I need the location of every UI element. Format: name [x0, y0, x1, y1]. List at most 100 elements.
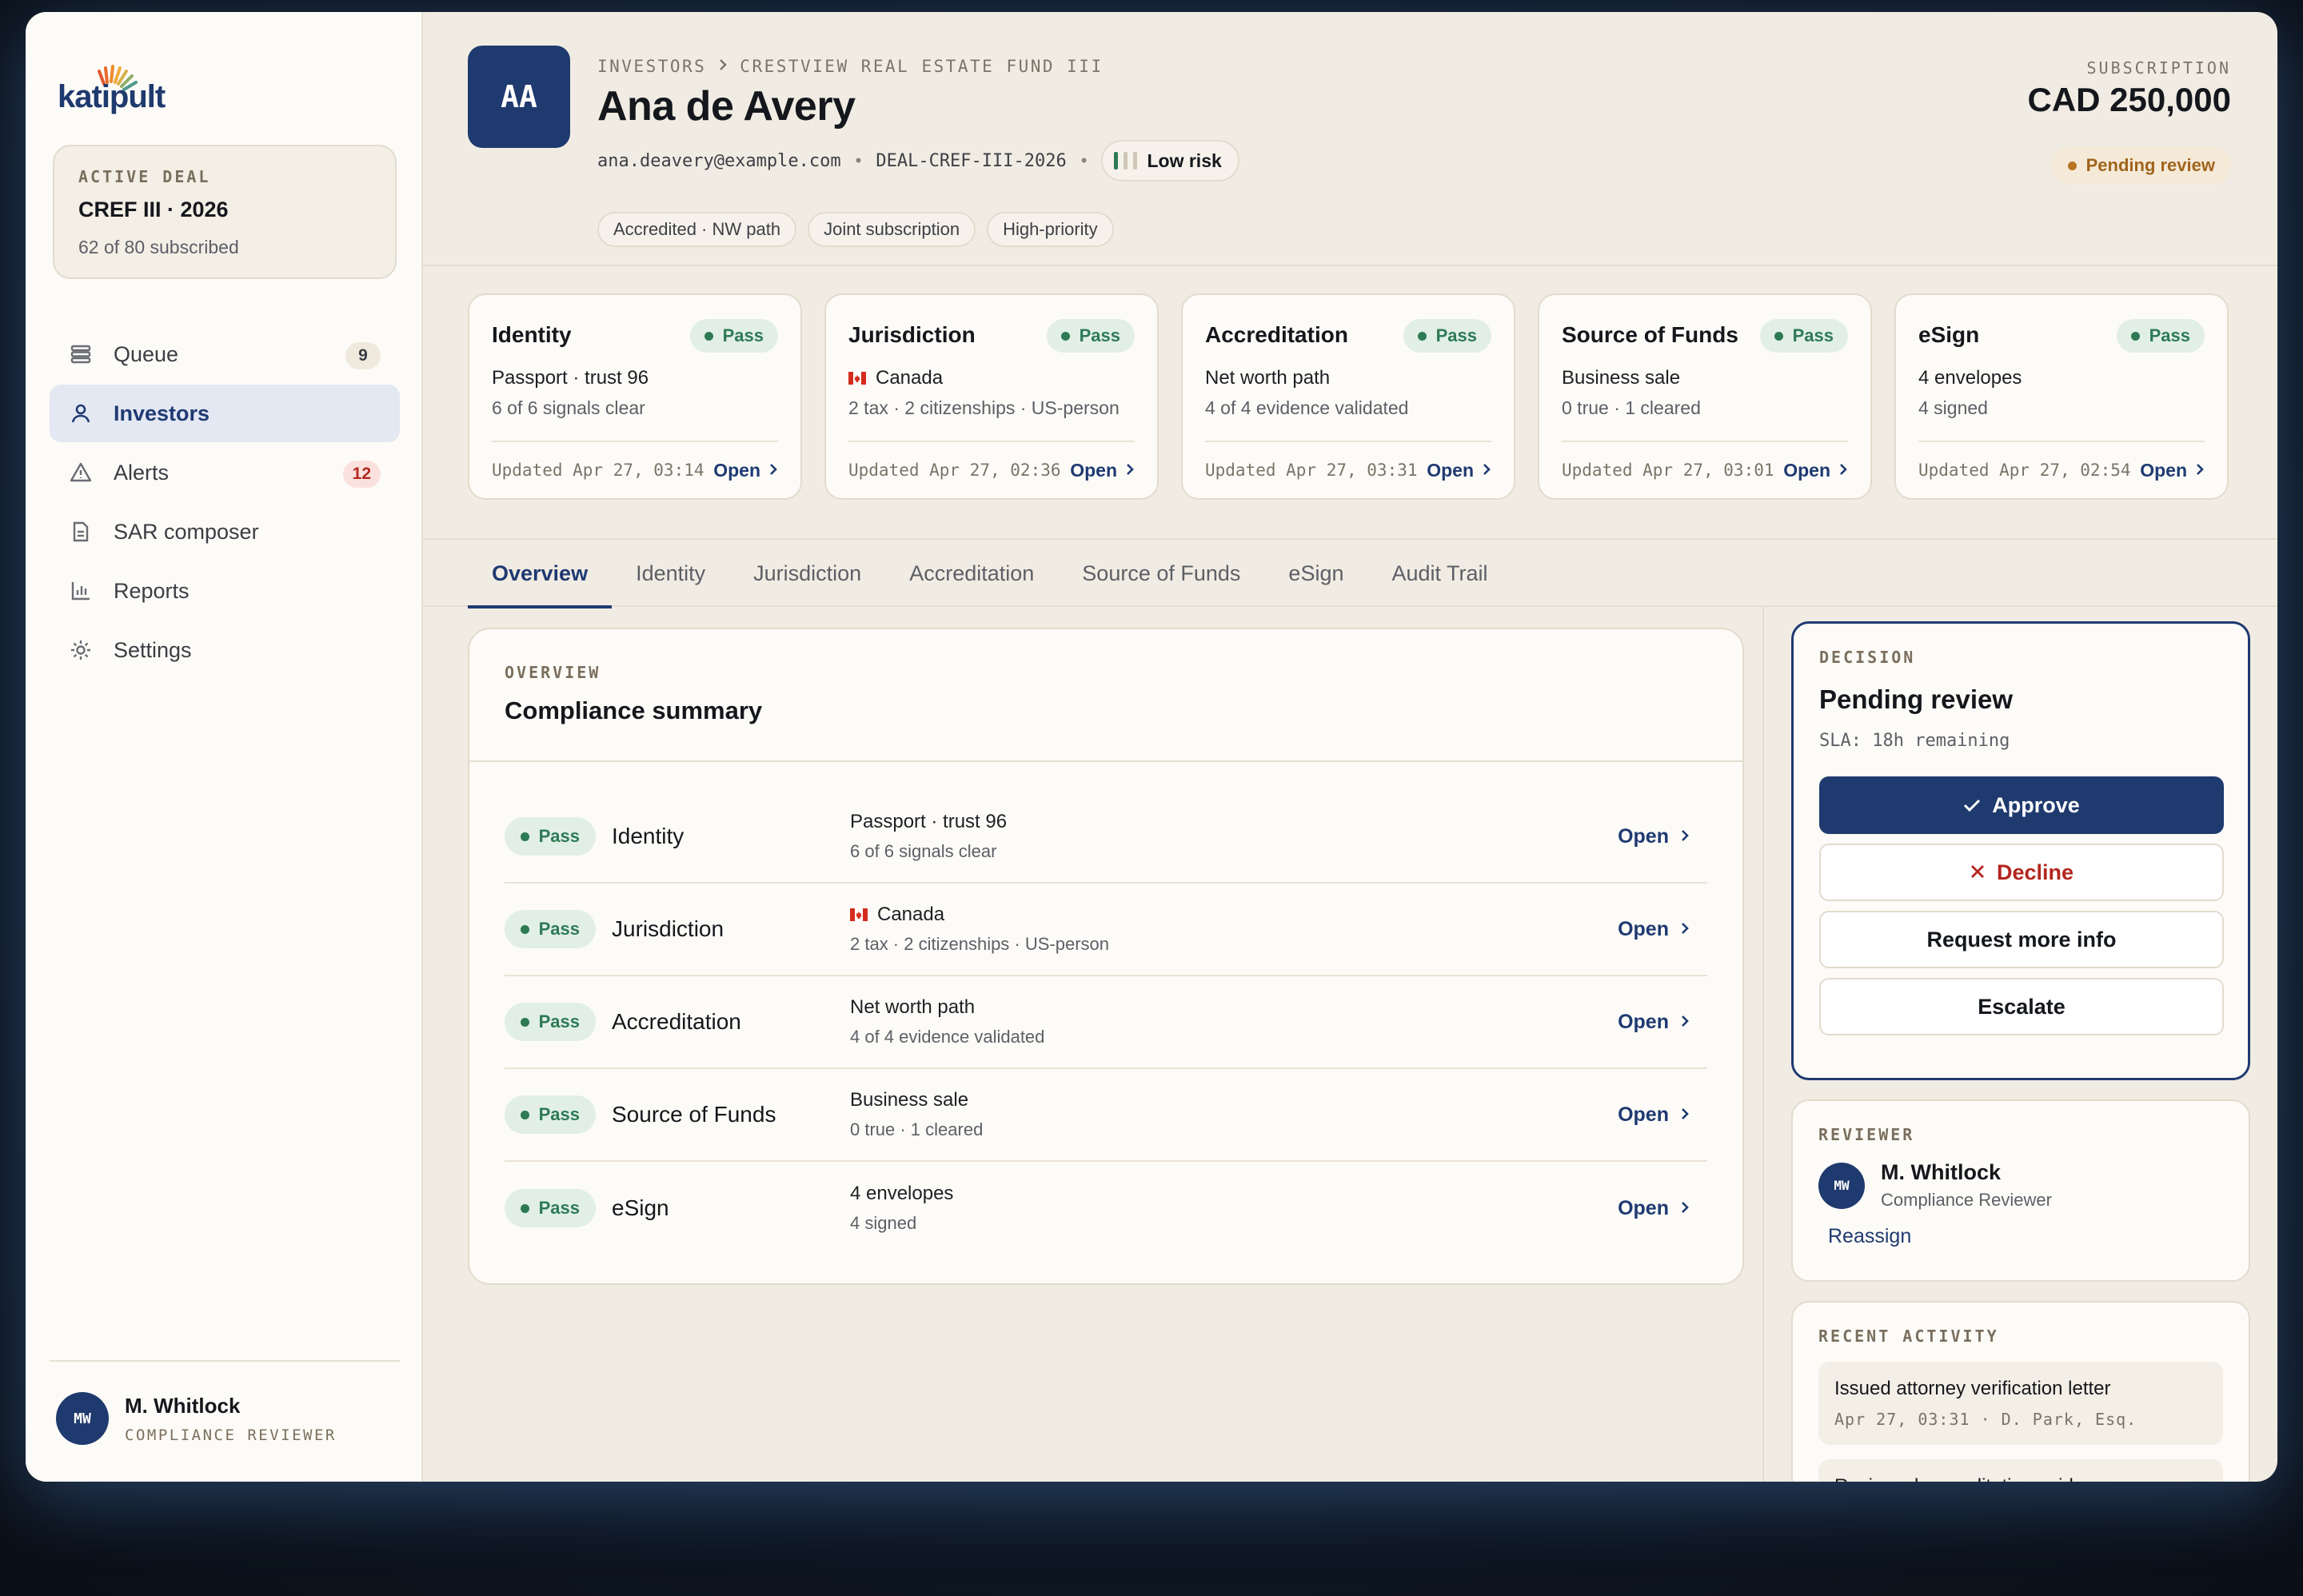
katipult-logo[interactable]: katipult — [58, 49, 178, 121]
sidebar-item-settings[interactable]: Settings — [50, 621, 400, 679]
check-updated: Updated Apr 27, 02:54 — [1918, 461, 2131, 480]
warning-icon — [69, 461, 93, 485]
decline-button[interactable]: Decline — [1819, 844, 2224, 901]
open-label: Open — [1427, 459, 1474, 481]
check-detail: Canada 2 tax · 2 citizenships · US-perso… — [850, 904, 1109, 955]
avatar: MW — [56, 1392, 109, 1445]
status-dot-icon — [2130, 331, 2140, 341]
open-link[interactable]: Open — [1618, 1103, 1690, 1127]
check-updated: Updated Apr 27, 03:01 — [1562, 461, 1774, 480]
status-badge: Pass — [505, 910, 596, 948]
check-card-identity[interactable]: Identity Pass Passport · trust 96 6 of 6… — [468, 293, 802, 500]
check-card-source-of-funds[interactable]: Source of Funds Pass Business sale 0 tru… — [1538, 293, 1872, 500]
status-badge: Pass — [505, 817, 596, 856]
open-link[interactable]: Open — [2140, 460, 2205, 481]
check-primary: Passport · trust 96 — [850, 811, 1008, 832]
status-label: Pass — [538, 1198, 580, 1218]
check-updated: Updated Apr 27, 03:31 — [1205, 461, 1418, 480]
open-link[interactable]: Open — [1618, 918, 1690, 941]
check-primary: 4 envelopes — [850, 1183, 954, 1204]
status-label: Pass — [2149, 325, 2190, 345]
status-label: Pass — [538, 826, 580, 846]
check-primary-text: Canada — [877, 904, 945, 925]
decision-panel: DECISION Pending review SLA: 18h remaini… — [1791, 621, 2250, 1080]
tab-jurisdiction[interactable]: Jurisdiction — [729, 540, 885, 607]
status-label: Pass — [538, 1011, 580, 1031]
activity-item[interactable]: Reviewed accreditation evidence — [1818, 1459, 2223, 1482]
status-badge: Pass — [505, 1003, 596, 1041]
open-label: Open — [1618, 917, 1669, 940]
investor-meta: ana.deavery@example.com • DEAL-CREF-III-… — [597, 140, 1239, 182]
check-card-esign[interactable]: eSign Pass 4 envelopes 4 signed Updated … — [1894, 293, 2229, 500]
breadcrumb-investors[interactable]: INVESTORS — [597, 57, 706, 76]
status-badge: Pass — [505, 1189, 596, 1227]
activity-title: Reviewed accreditation evidence — [1834, 1475, 2207, 1482]
check-name: eSign — [612, 1195, 669, 1220]
current-user-role: COMPLIANCE REVIEWER — [125, 1426, 337, 1444]
status-dot-icon — [521, 832, 529, 841]
investor-tags: Accredited · NW path Joint subscription … — [597, 212, 1114, 247]
chevron-right-icon — [2195, 460, 2205, 481]
check-card-jurisdiction[interactable]: Jurisdiction Pass Canada 2 tax · 2 citiz… — [824, 293, 1159, 500]
check-secondary: 6 of 6 signals clear — [492, 397, 645, 418]
chevron-right-icon — [1680, 1197, 1690, 1220]
sidebar-item-sar-composer[interactable]: SAR composer — [50, 503, 400, 561]
status-label: Pass — [538, 1104, 580, 1124]
active-deal-card[interactable]: ACTIVE DEAL CREF III · 2026 62 of 80 sub… — [53, 145, 397, 279]
tab-overview[interactable]: Overview — [468, 540, 613, 608]
tag: Joint subscription — [808, 212, 976, 247]
check-primary-text: Canada — [876, 367, 944, 389]
check-footer: Updated Apr 27, 02:54 Open — [1918, 441, 2205, 498]
open-link[interactable]: Open — [1618, 1197, 1690, 1220]
tab-identity[interactable]: Identity — [612, 540, 729, 607]
open-link[interactable]: Open — [1618, 1011, 1690, 1034]
tab-audit-trail[interactable]: Audit Trail — [1367, 540, 1511, 607]
list-item[interactable]: Pass eSign 4 envelopes 4 signed Open — [505, 1162, 1707, 1255]
status-label: Pass — [722, 325, 764, 345]
subscription-amount: CAD 250,000 — [2027, 81, 2231, 118]
list-item[interactable]: Pass Jurisdiction Canada 2 tax · 2 citiz… — [505, 884, 1707, 976]
check-secondary: 6 of 6 signals clear — [850, 841, 997, 861]
page-title: Ana de Avery — [597, 83, 856, 130]
sla-remaining: SLA: 18h remaining — [1819, 731, 2010, 751]
open-link[interactable]: Open — [1783, 460, 1848, 481]
check-icon — [1963, 793, 1981, 818]
close-icon — [1970, 860, 1986, 885]
status-badge: Pass — [689, 319, 778, 353]
breadcrumb-fund[interactable]: CRESTVIEW REAL ESTATE FUND III — [740, 57, 1103, 76]
approve-button[interactable]: Approve — [1819, 776, 2224, 834]
reassign-link[interactable]: Reassign — [1828, 1225, 2223, 1248]
compliance-summary-panel: OVERVIEW Compliance summary Pass Identit… — [468, 628, 1744, 1285]
meta-separator: • — [1080, 150, 1088, 170]
open-link[interactable]: Open — [1618, 825, 1690, 848]
tab-esign[interactable]: eSign — [1264, 540, 1367, 607]
open-link[interactable]: Open — [713, 460, 778, 481]
sidebar-item-alerts[interactable]: Alerts 12 — [50, 444, 400, 501]
sidebar-item-queue[interactable]: Queue 9 — [50, 325, 400, 383]
activity-title: Issued attorney verification letter — [1834, 1378, 2111, 1399]
tab-accreditation[interactable]: Accreditation — [885, 540, 1058, 607]
open-link[interactable]: Open — [1070, 460, 1135, 481]
check-secondary: 4 signed — [1918, 397, 1988, 418]
breadcrumb: INVESTORS CRESTVIEW REAL ESTATE FUND III — [597, 57, 1104, 76]
list-item[interactable]: Pass Accreditation Net worth path 4 of 4… — [505, 976, 1707, 1069]
open-link[interactable]: Open — [1427, 460, 1491, 481]
activity-item[interactable]: Issued attorney verification letter Apr … — [1818, 1362, 2223, 1445]
status-dot-icon — [704, 331, 713, 341]
current-user[interactable]: MW M. Whitlock COMPLIANCE REVIEWER — [50, 1360, 400, 1445]
sidebar-item-investors[interactable]: Investors — [50, 385, 400, 442]
tab-source-of-funds[interactable]: Source of Funds — [1058, 540, 1264, 607]
status-label: Pass — [1079, 325, 1120, 345]
gear-icon — [69, 638, 93, 662]
escalate-button[interactable]: Escalate — [1819, 978, 2224, 1035]
list-item[interactable]: Pass Source of Funds Business sale 0 tru… — [505, 1069, 1707, 1162]
sidebar-item-reports[interactable]: Reports — [50, 562, 400, 620]
check-card-accreditation[interactable]: Accreditation Pass Net worth path 4 of 4… — [1181, 293, 1515, 500]
check-secondary: 2 tax · 2 citizenships · US-person — [848, 397, 1120, 418]
risk-badge: Low risk — [1101, 140, 1239, 182]
chevron-right-icon — [1680, 825, 1690, 848]
check-secondary: 0 true · 1 cleared — [850, 1119, 984, 1139]
reviewer-kicker: REVIEWER — [1818, 1125, 1915, 1144]
list-item[interactable]: Pass Identity Passport · trust 96 6 of 6… — [505, 791, 1707, 884]
request-more-info-button[interactable]: Request more info — [1819, 911, 2224, 968]
